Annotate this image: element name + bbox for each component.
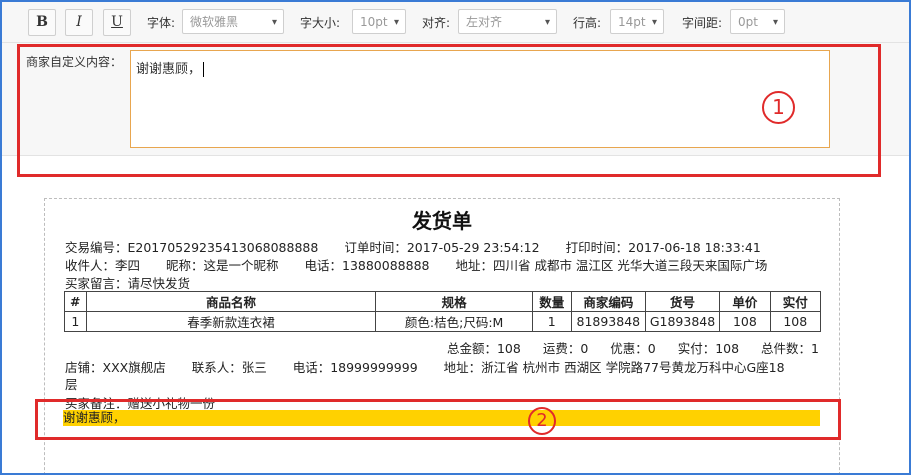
bold-button[interactable]: B bbox=[28, 9, 56, 36]
table-header-row: # 商品名称 规格 数量 商家编码 货号 单价 实付 bbox=[64, 291, 822, 312]
buyer-message: 买家留言：请尽快发货 bbox=[65, 276, 191, 291]
spacing-select[interactable]: 0pt ▾ bbox=[730, 9, 785, 34]
invoice-line-2: 收件人：李四 昵称：这是一个昵称 电话：13880088888 地址：四川省 成… bbox=[65, 255, 789, 274]
align-select[interactable]: 左对齐 ▾ bbox=[458, 9, 557, 34]
invoice-title: 发货单 bbox=[412, 209, 472, 233]
size-label: 字大小: bbox=[300, 16, 341, 30]
chevron-down-icon: ▾ bbox=[393, 17, 399, 28]
underline-button[interactable]: U bbox=[103, 9, 131, 36]
shipping-fee: 运费：0 bbox=[542, 341, 589, 356]
lineheight-select[interactable]: 14pt ▾ bbox=[610, 9, 664, 34]
callout-box-1 bbox=[17, 44, 881, 177]
col-quantity: 数量 bbox=[531, 291, 572, 312]
print-time: 打印时间：2017-06-18 18:33:41 bbox=[565, 240, 761, 255]
spacing-label: 字间距: bbox=[682, 16, 723, 30]
trade-number: 交易编号：E20170529235413068088888 bbox=[65, 240, 319, 255]
format-toolbar: B I U 字体: 微软雅黑 ▾ 字大小: 10pt ▾ 对齐: 左对齐 ▾ 行… bbox=[2, 2, 909, 43]
lineheight-select-value: 14pt bbox=[618, 15, 646, 29]
invoice-totals: 总金额：108 运费：0 优惠：0 实付：108 总件数：1 bbox=[429, 338, 819, 357]
invoice-line-1: 交易编号：E20170529235413068088888 订单时间：2017-… bbox=[65, 237, 783, 256]
total-amount: 总金额：108 bbox=[446, 341, 521, 356]
cell-unit-price: 108 bbox=[719, 311, 771, 332]
col-unit-price: 单价 bbox=[719, 291, 771, 312]
items-table: # 商品名称 规格 数量 商家编码 货号 单价 实付 1 春季新款连衣裙 颜色:… bbox=[64, 291, 822, 332]
cell-merchant-code: 81893848 bbox=[570, 311, 646, 332]
cell-quantity: 1 bbox=[531, 311, 572, 332]
chevron-down-icon: ▾ bbox=[651, 17, 657, 28]
shop-address: 地址：浙江省 杭州市 西湖区 学院路77号黄龙万科中心G座18层 bbox=[65, 360, 785, 392]
col-item-number: 货号 bbox=[644, 291, 721, 312]
size-select-value: 10pt bbox=[360, 15, 388, 29]
italic-button[interactable]: I bbox=[65, 9, 93, 36]
cell-index: 1 bbox=[64, 311, 87, 332]
phone: 电话：13880088888 bbox=[304, 258, 430, 273]
font-label: 字体: bbox=[147, 16, 176, 30]
align-label: 对齐: bbox=[422, 16, 451, 30]
callout-box-2 bbox=[35, 399, 841, 440]
paid-amount: 实付：108 bbox=[677, 341, 740, 356]
total-items: 总件数：1 bbox=[761, 341, 819, 356]
shop-contact: 联系人：张三 bbox=[191, 360, 267, 375]
spacing-select-value: 0pt bbox=[738, 15, 758, 29]
size-select[interactable]: 10pt ▾ bbox=[352, 9, 406, 34]
chevron-down-icon: ▾ bbox=[271, 17, 277, 28]
col-product-name: 商品名称 bbox=[85, 291, 377, 312]
col-index: # bbox=[64, 291, 87, 312]
address: 地址：四川省 成都市 温江区 光华大道三段天来国际广场 bbox=[455, 258, 768, 273]
chevron-down-icon: ▾ bbox=[544, 17, 550, 28]
cell-product-name: 春季新款连衣裙 bbox=[85, 311, 377, 332]
order-time: 订单时间：2017-05-29 23:54:12 bbox=[344, 240, 540, 255]
app-frame: B I U 字体: 微软雅黑 ▾ 字大小: 10pt ▾ 对齐: 左对齐 ▾ 行… bbox=[0, 0, 911, 475]
col-merchant-code: 商家编码 bbox=[570, 291, 646, 312]
recipient: 收件人：李四 bbox=[65, 258, 141, 273]
cell-spec: 颜色:桔色;尺码:M bbox=[375, 311, 533, 332]
callout-number-1: 1 bbox=[762, 91, 795, 124]
table-row: 1 春季新款连衣裙 颜色:桔色;尺码:M 1 81893848 G1893848… bbox=[64, 311, 822, 332]
shop-info: 店铺：XXX旗舰店 联系人：张三 电话：18999999999 地址：浙江省 杭… bbox=[65, 359, 805, 393]
font-select[interactable]: 微软雅黑 ▾ bbox=[182, 9, 284, 34]
font-select-value: 微软雅黑 bbox=[190, 15, 239, 29]
lineheight-label: 行高: bbox=[573, 16, 602, 30]
nickname: 昵称：这是一个昵称 bbox=[166, 258, 279, 273]
discount: 优惠：0 bbox=[610, 341, 656, 356]
align-select-value: 左对齐 bbox=[466, 15, 503, 29]
cell-paid: 108 bbox=[769, 311, 822, 332]
callout-number-2: 2 bbox=[528, 407, 556, 435]
col-spec: 规格 bbox=[375, 291, 533, 312]
chevron-down-icon: ▾ bbox=[772, 17, 778, 28]
col-paid: 实付 bbox=[769, 291, 822, 312]
cell-item-number: G1893848 bbox=[644, 311, 721, 332]
shop-name: 店铺：XXX旗舰店 bbox=[65, 360, 166, 375]
shop-phone: 电话：18999999999 bbox=[292, 360, 418, 375]
